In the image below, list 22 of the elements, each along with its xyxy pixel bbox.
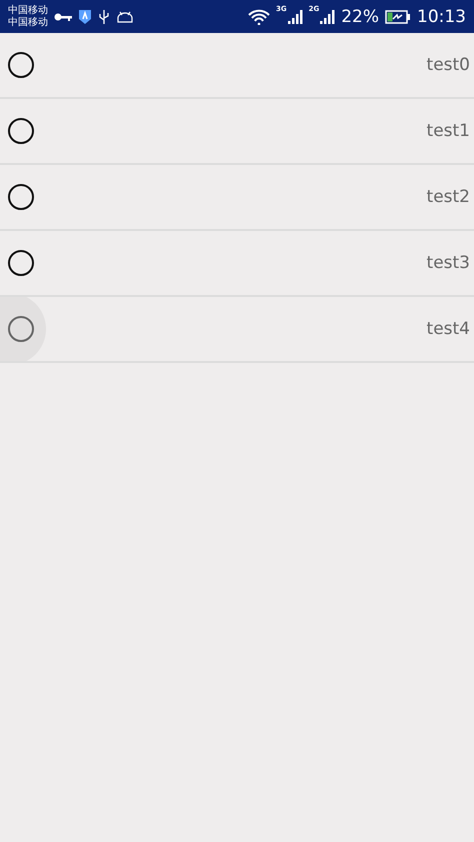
row-label: test3 <box>426 253 470 273</box>
signal-icon <box>286 8 303 24</box>
radio-button[interactable] <box>8 250 34 276</box>
row-label: test4 <box>426 319 470 339</box>
row-label: test2 <box>426 187 470 207</box>
battery-percent: 22% <box>341 6 379 26</box>
android-icon <box>116 10 134 22</box>
row-label: test0 <box>426 55 470 75</box>
radio-button[interactable] <box>8 316 34 342</box>
radio-button[interactable] <box>8 118 34 144</box>
radio-button[interactable] <box>8 52 34 78</box>
key-icon <box>54 12 72 22</box>
carrier-name: 中国移动 <box>8 16 48 28</box>
shield-icon <box>78 8 92 24</box>
radio-button[interactable] <box>8 184 34 210</box>
carrier-name: 中国移动 <box>8 4 48 16</box>
row-label: test1 <box>426 121 470 141</box>
battery-icon <box>385 10 411 24</box>
wifi-icon <box>248 8 270 24</box>
signal-icon <box>319 8 336 24</box>
usb-icon <box>98 8 110 24</box>
clock-time: 10:13 <box>417 6 466 26</box>
